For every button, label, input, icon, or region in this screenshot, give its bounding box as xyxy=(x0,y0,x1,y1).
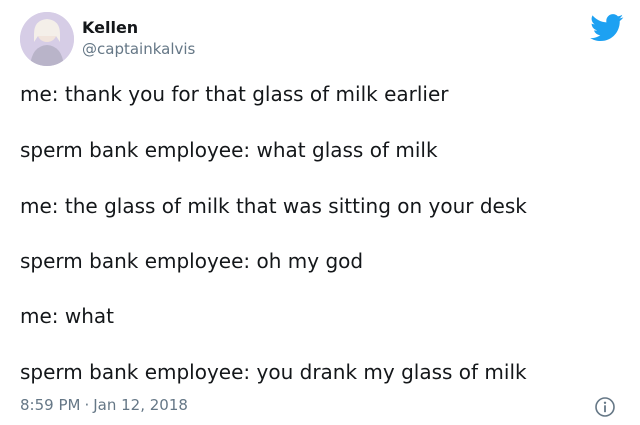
tweet-timestamp[interactable]: 8:59 PM · Jan 12, 2018 xyxy=(20,396,188,414)
tweet-line: me: the glass of milk that was sitting o… xyxy=(20,194,527,218)
tweet-header: Kellen @captainkalvis xyxy=(0,0,640,80)
author-handle[interactable]: @captainkalvis xyxy=(82,40,195,58)
timestamp-separator: · xyxy=(84,396,90,414)
tweet-line: sperm bank employee: what glass of milk xyxy=(20,138,438,162)
tweet-line: sperm bank employee: oh my god xyxy=(20,249,364,273)
tweet-line: me: what xyxy=(20,304,115,328)
info-icon[interactable] xyxy=(594,396,616,418)
tweet-time[interactable]: 8:59 PM xyxy=(20,396,80,414)
twitter-bird-icon[interactable] xyxy=(590,14,624,42)
tweet-date[interactable]: Jan 12, 2018 xyxy=(93,396,188,414)
avatar[interactable] xyxy=(20,12,74,66)
tweet-line: sperm bank employee: you drank my glass … xyxy=(20,360,527,384)
tweet-line: me: thank you for that glass of milk ear… xyxy=(20,82,449,106)
author-name[interactable]: Kellen xyxy=(82,18,138,37)
